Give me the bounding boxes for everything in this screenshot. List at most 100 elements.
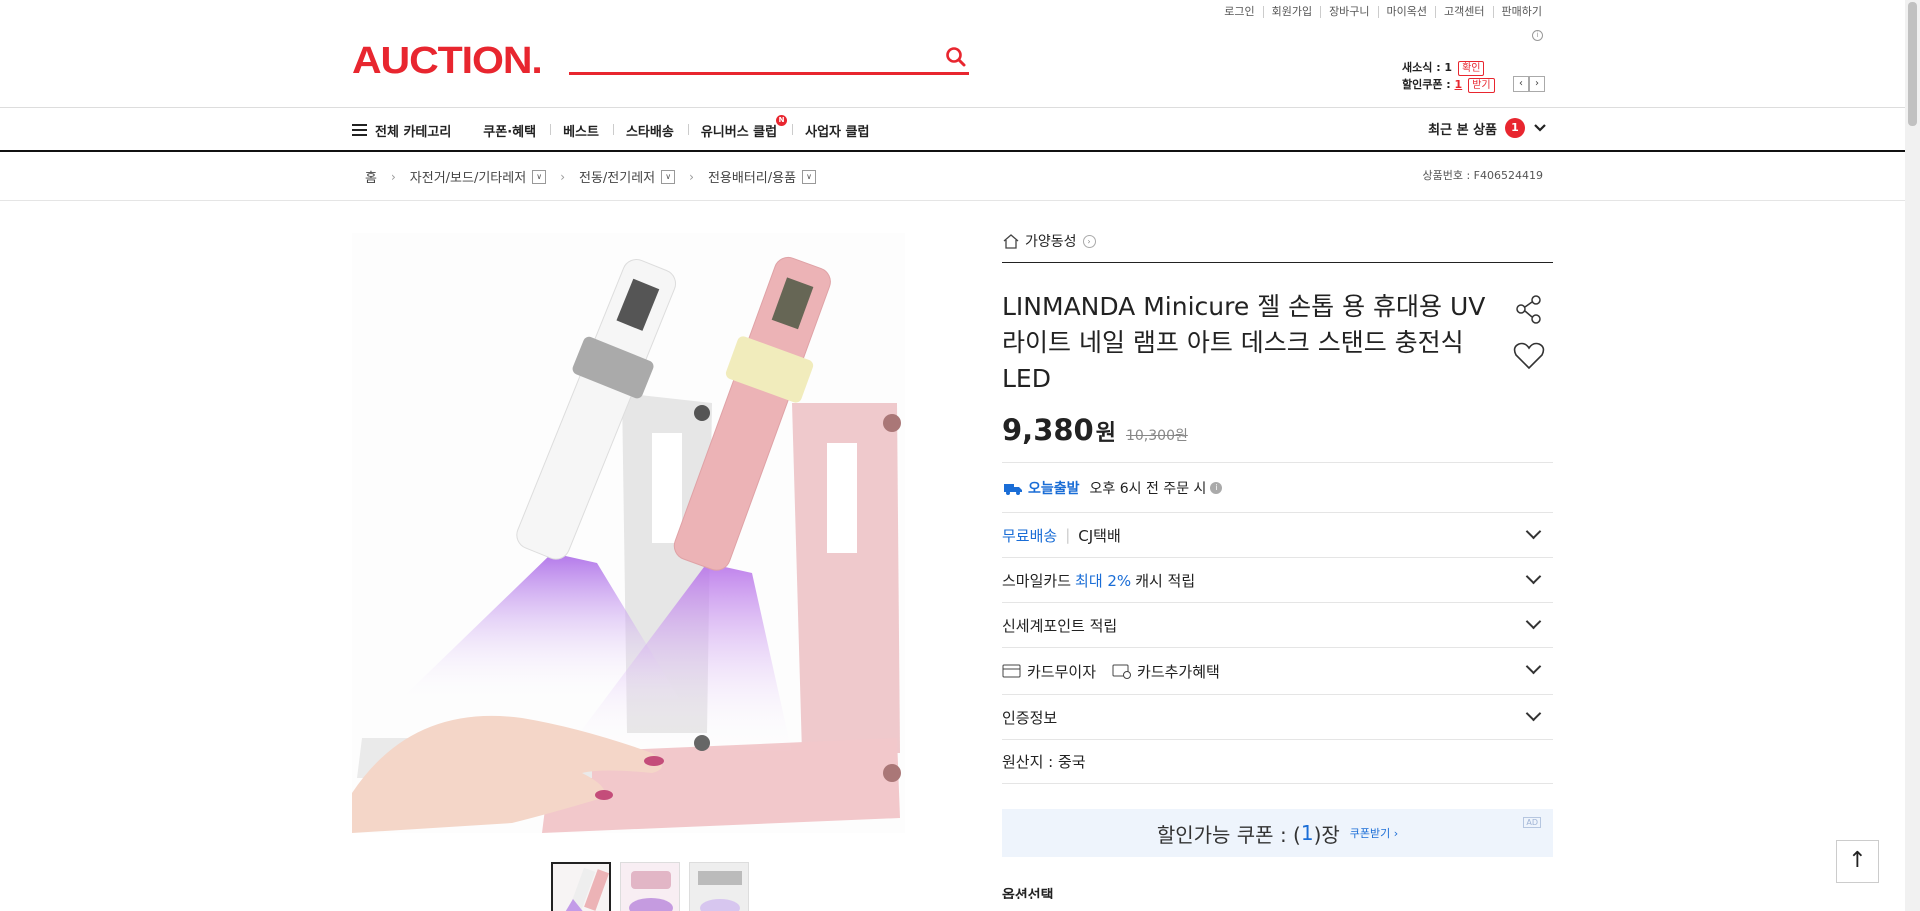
carrier-label: CJ택배 (1078, 526, 1121, 545)
smile-card-label: 스마일카드 (1002, 571, 1072, 590)
news-label: 새소식 : 1 (1402, 61, 1453, 74)
dropdown-icon[interactable]: ∨ (661, 169, 676, 184)
login-link[interactable]: 로그인 (1216, 6, 1262, 18)
chevron-down-icon (1525, 568, 1542, 585)
card-benefit-row[interactable]: 카드무이자 카드추가혜택 (1002, 647, 1553, 694)
price-unit: 원 (1095, 421, 1116, 446)
smile-card-suffix: 캐시 적립 (1135, 571, 1196, 590)
product-main-image[interactable] (352, 233, 905, 833)
original-price: 10,300원 (1125, 428, 1188, 444)
nav-star-delivery[interactable]: 스타배송 (613, 121, 674, 140)
recent-products-label: 최근 본 상품 (1428, 122, 1497, 138)
option-title: 옵션선택 (1002, 888, 1054, 899)
chevron-down-icon (1525, 705, 1542, 722)
free-shipping-label: 무료배송 (1002, 526, 1058, 545)
ad-badge: AD (1523, 817, 1541, 828)
card-extra-label: 카드추가혜택 (1137, 662, 1220, 681)
sell-link[interactable]: 판매하기 (1492, 6, 1550, 18)
chevron-down-icon (1525, 613, 1542, 630)
mini-pager: ‹ › (1513, 76, 1545, 92)
dropdown-icon[interactable]: ∨ (802, 169, 817, 184)
all-category-button[interactable]: 전체 카테고리 (375, 121, 451, 140)
nav-best[interactable]: 베스트 (550, 121, 599, 140)
crumb-cat1[interactable]: 자전거/보드/기타레저 (410, 167, 526, 186)
shinsegae-label: 신세계포인트 적립 (1002, 616, 1118, 635)
shipping-row[interactable]: 무료배송 | CJ택배 (1002, 512, 1553, 557)
crumb-separator-icon: › (390, 169, 396, 184)
today-delivery-desc: 오후 6시 전 주문 시 (1089, 480, 1207, 497)
menu-icon[interactable] (352, 124, 367, 136)
nav-universe-club[interactable]: 유니버스 클럽 N (687, 114, 788, 140)
dropdown-icon[interactable]: ∨ (532, 169, 547, 184)
thumbnail-1[interactable] (551, 862, 611, 911)
nav-universe-club-label: 유니버스 클럽 (700, 124, 778, 140)
chevron-down-icon (1525, 523, 1542, 540)
coupon-receive-button[interactable]: 받기 (1468, 78, 1495, 93)
heart-icon[interactable] (1513, 342, 1545, 374)
thumbnail-2[interactable] (620, 862, 680, 911)
chevron-down-icon (1534, 124, 1546, 132)
origin-label: 원산지 : 중국 (1002, 753, 1086, 771)
sale-price: 9,380 (1002, 413, 1094, 447)
smile-card-row[interactable]: 스마일카드 최대 2% 캐시 적립 (1002, 557, 1553, 602)
prev-arrow-icon[interactable]: ‹ (1513, 76, 1529, 92)
coupon-row: 할인쿠폰 : 1 받기 (1402, 76, 1495, 93)
crumb-separator-icon: › (689, 169, 694, 184)
coupon-count[interactable]: 1 (1455, 78, 1463, 91)
store-link[interactable]: 가양동성 › (1002, 230, 1553, 263)
coupon-label: 할인쿠폰 : (1402, 78, 1455, 91)
chevron-right-icon: › (1082, 234, 1096, 248)
nav-business-club[interactable]: 사업자 클럽 (792, 121, 869, 140)
news-confirm-button[interactable]: 확인 (1458, 61, 1485, 76)
home-icon (1003, 234, 1019, 249)
crumb-cat3[interactable]: 전용배터리/용품 (708, 167, 796, 186)
utility-links: 로그인 회원가입 장바구니 마이옥션 고객센터 판매하기 (1216, 6, 1550, 18)
card-free-label: 카드무이자 (1027, 662, 1097, 681)
auction-logo[interactable]: AUCTION. (352, 40, 543, 83)
customer-center-link[interactable]: 고객센터 (1435, 6, 1492, 18)
new-badge: N (776, 114, 788, 126)
info-icon[interactable]: i (1532, 30, 1543, 41)
recent-products[interactable]: 최근 본 상품 1 (1428, 118, 1547, 138)
info-icon[interactable]: i (1210, 481, 1223, 494)
today-delivery-row: 오늘출발 오후 6시 전 주문 시 i (1002, 462, 1553, 512)
today-delivery-label: 오늘출발 (1028, 480, 1080, 497)
card-plus-icon (1112, 664, 1132, 679)
recent-count-badge: 1 (1505, 118, 1525, 138)
coupon-banner-text-b: )장 (1313, 822, 1340, 847)
global-nav: 전체 카테고리 쿠폰·혜택 베스트 스타배송 유니버스 클럽 N 사업자 클럽 (0, 107, 1905, 152)
price-block: 9,380 원 10,300원 (1002, 413, 1553, 447)
share-icon[interactable] (1514, 294, 1544, 328)
cart-link[interactable]: 장바구니 (1320, 6, 1377, 18)
origin-row: 원산지 : 중국 (1002, 739, 1553, 784)
coupon-receive-link[interactable]: 쿠폰받기 › (1350, 825, 1398, 841)
crumb-separator-icon: › (560, 169, 565, 184)
next-arrow-icon[interactable]: › (1529, 76, 1545, 92)
coupon-banner[interactable]: 할인가능 쿠폰 : (1)장 쿠폰받기 › AD (1002, 809, 1553, 857)
card-icon (1002, 664, 1021, 678)
my-auction-link[interactable]: 마이옥션 (1377, 6, 1435, 18)
shinsegae-row[interactable]: 신세계포인트 적립 (1002, 602, 1553, 647)
scroll-to-top-icon[interactable]: ↑ (1836, 840, 1879, 883)
search-icon[interactable] (943, 44, 969, 70)
news-row: 새소식 : 1 확인 (1402, 59, 1485, 76)
product-info: 가양동성 › LINMANDA Minicure 젤 손톱 용 휴대용 UV 라… (1002, 230, 1553, 899)
product-title: LINMANDA Minicure 젤 손톱 용 휴대용 UV 라이트 네일 램… (1002, 292, 1486, 393)
smile-card-rate: 최대 2% (1075, 571, 1132, 590)
crumb-cat2[interactable]: 전동/전기레저 (579, 167, 655, 186)
nav-coupon[interactable]: 쿠폰·혜택 (483, 121, 536, 140)
coupon-banner-count: 1 (1300, 821, 1314, 845)
store-name: 가양동성 (1025, 234, 1077, 250)
product-number: 상품번호 : F406524419 (1422, 169, 1544, 182)
scrollbar[interactable] (1905, 0, 1920, 911)
crumb-home[interactable]: 홈 (365, 167, 377, 186)
breadcrumb: 홈 › 자전거/보드/기타레저 ∨ › 전동/전기레저 ∨ › 전용배터리/용품 ∨ (0, 154, 1905, 201)
divider: | (1065, 526, 1071, 544)
coupon-banner-text-a: 할인가능 쿠폰 : ( (1156, 822, 1301, 847)
search-input[interactable] (569, 42, 929, 70)
thumbnail-3[interactable] (689, 862, 749, 911)
signup-link[interactable]: 회원가입 (1262, 6, 1320, 18)
certification-row[interactable]: 인증정보 (1002, 694, 1553, 739)
scrollbar-thumb[interactable] (1908, 2, 1917, 126)
delivery-truck-icon (1004, 483, 1022, 495)
